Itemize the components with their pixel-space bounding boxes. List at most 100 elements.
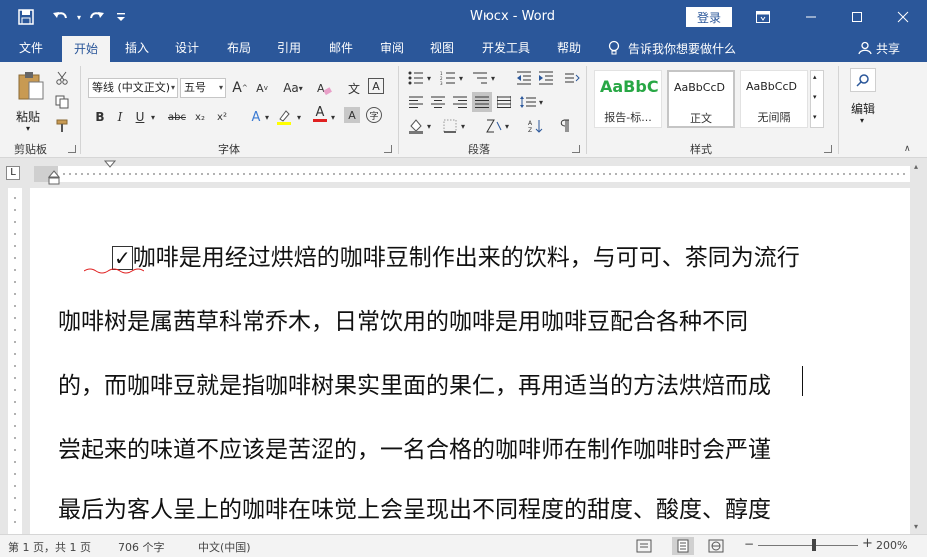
- vertical-scrollbar[interactable]: ▴ ▾: [910, 158, 927, 534]
- document-line-4[interactable]: 尝起来的味道不应该是苦涩的，一名合格的咖啡师在制作咖啡时会严谨: [58, 430, 771, 464]
- paragraph-launcher-icon[interactable]: [572, 145, 580, 153]
- asian-layout-dropdown-icon[interactable]: ▾: [502, 116, 512, 136]
- chevron-up-icon[interactable]: ▴: [813, 73, 817, 81]
- save-icon[interactable]: [14, 0, 38, 34]
- bullets-icon[interactable]: [406, 68, 426, 88]
- subscript-button[interactable]: x₂: [190, 107, 210, 127]
- font-launcher-icon[interactable]: [384, 145, 392, 153]
- undo-icon[interactable]: [48, 0, 74, 34]
- paste-button[interactable]: 粘贴 ▾: [14, 70, 48, 133]
- login-button[interactable]: 登录: [686, 7, 732, 27]
- maximize-icon[interactable]: [834, 0, 880, 34]
- tab-home[interactable]: 开始: [62, 36, 110, 62]
- ribbon-display-options-icon[interactable]: [740, 0, 786, 34]
- minimize-icon[interactable]: [788, 0, 834, 34]
- grow-font-icon[interactable]: A ^: [230, 78, 250, 98]
- cut-icon[interactable]: [52, 68, 72, 88]
- numbering-icon[interactable]: 123: [438, 68, 458, 88]
- clipboard-launcher-icon[interactable]: [68, 145, 76, 153]
- zoom-level[interactable]: 200%: [876, 539, 907, 552]
- underline-dropdown-icon[interactable]: ▾: [148, 107, 158, 127]
- justify-icon[interactable]: [472, 92, 492, 112]
- tab-developer[interactable]: 开发工具: [474, 34, 538, 62]
- print-layout-icon[interactable]: [672, 537, 694, 555]
- zoom-in-icon[interactable]: +: [862, 536, 873, 551]
- zoom-slider-thumb[interactable]: [812, 539, 816, 551]
- paste-dropdown-icon[interactable]: ▾: [26, 124, 30, 133]
- shading-dropdown-icon[interactable]: ▾: [424, 116, 434, 136]
- styles-scroller[interactable]: ▴ ▾ ▾: [810, 70, 824, 128]
- tab-layout[interactable]: 布局: [218, 34, 260, 62]
- document-page[interactable]: ✓咖啡是用经过烘焙的咖啡豆制作出来的饮料，与可可、茶同为流行 咖啡树是属茜草科常…: [30, 188, 910, 534]
- show-marks-icon[interactable]: [554, 116, 574, 136]
- line-spacing-icon[interactable]: [518, 92, 538, 112]
- bold-button[interactable]: B: [90, 107, 110, 127]
- font-color-dropdown-icon[interactable]: ▾: [328, 107, 338, 127]
- font-size-combo[interactable]: 五号 ▾: [180, 78, 226, 98]
- focus-mode-icon[interactable]: [636, 539, 652, 556]
- close-icon[interactable]: [880, 0, 926, 34]
- tab-selector[interactable]: L: [6, 166, 20, 180]
- underline-button[interactable]: U: [130, 107, 150, 127]
- change-case-icon[interactable]: Aa ▾: [278, 78, 308, 98]
- align-left-icon[interactable]: [406, 92, 426, 112]
- vertical-ruler[interactable]: [8, 188, 22, 534]
- horizontal-ruler[interactable]: [34, 160, 910, 185]
- multilevel-dropdown-icon[interactable]: ▾: [488, 68, 498, 88]
- editing-button[interactable]: 编辑 ▾: [846, 68, 882, 132]
- tell-me-box[interactable]: 告诉我你想要做什么: [608, 34, 736, 62]
- first-line-indent-icon[interactable]: [104, 160, 116, 174]
- tab-review[interactable]: 审阅: [371, 34, 413, 62]
- style-no-spacing[interactable]: AaBbCcD 无间隔: [740, 70, 808, 128]
- tab-insert[interactable]: 插入: [116, 34, 158, 62]
- align-center-icon[interactable]: [428, 92, 448, 112]
- highlight-dropdown-icon[interactable]: ▾: [294, 107, 304, 127]
- language-indicator[interactable]: 中文(中国): [198, 539, 251, 555]
- tab-file[interactable]: 文件: [8, 34, 54, 62]
- decrease-indent-icon[interactable]: [514, 68, 534, 88]
- borders-dropdown-icon[interactable]: ▾: [458, 116, 468, 136]
- highlight-icon[interactable]: [274, 107, 294, 127]
- enclose-characters-icon[interactable]: 字: [366, 107, 382, 123]
- tab-references[interactable]: 引用: [268, 34, 310, 62]
- chinese-layout-icon[interactable]: [562, 68, 582, 88]
- asian-layout-icon[interactable]: [484, 116, 504, 136]
- tab-view[interactable]: 视图: [421, 34, 463, 62]
- line-spacing-dropdown-icon[interactable]: ▾: [536, 92, 546, 112]
- align-right-icon[interactable]: [450, 92, 470, 112]
- document-line-2[interactable]: 咖啡树是属茜草科常乔木，日常饮用的咖啡是用咖啡豆配合各种不同: [58, 302, 748, 336]
- style-heading[interactable]: AaBbC 报告-标...: [594, 70, 662, 128]
- strikethrough-button[interactable]: abc: [166, 107, 188, 127]
- redo-icon[interactable]: [84, 0, 108, 34]
- document-line-3[interactable]: 的，而咖啡豆就是指咖啡树果实里面的果仁，再用适当的方法烘焙而成: [58, 366, 771, 400]
- character-border-icon[interactable]: A: [368, 78, 384, 94]
- word-count[interactable]: 706 个字: [118, 539, 165, 555]
- shading-icon[interactable]: [406, 116, 426, 136]
- page-count[interactable]: 第 1 页，共 1 页: [8, 539, 91, 555]
- styles-launcher-icon[interactable]: [824, 145, 832, 153]
- numbering-dropdown-icon[interactable]: ▾: [456, 68, 466, 88]
- bullets-dropdown-icon[interactable]: ▾: [424, 68, 434, 88]
- superscript-button[interactable]: x²: [212, 107, 232, 127]
- document-line-5[interactable]: 最后为客人呈上的咖啡在味觉上会呈现出不同程度的甜度、酸度、醇度: [58, 490, 771, 524]
- multilevel-list-icon[interactable]: [470, 68, 490, 88]
- collapse-ribbon-icon[interactable]: ∧: [904, 144, 911, 154]
- sort-icon[interactable]: AZ: [526, 116, 546, 136]
- chevron-down-icon[interactable]: ▾: [813, 93, 817, 101]
- undo-dropdown-icon[interactable]: ▾: [74, 0, 84, 34]
- character-shading-icon[interactable]: A: [344, 107, 360, 123]
- shrink-font-icon[interactable]: Av: [252, 78, 272, 98]
- font-name-combo[interactable]: 等线 (中文正文) ▾: [88, 78, 178, 98]
- tab-mailings[interactable]: 邮件: [320, 34, 362, 62]
- font-color-icon[interactable]: A: [310, 104, 330, 124]
- document-line-1[interactable]: ✓咖啡是用经过烘焙的咖啡豆制作出来的饮料，与可可、茶同为流行: [112, 238, 800, 272]
- distributed-icon[interactable]: [494, 92, 514, 112]
- phonetic-guide-icon[interactable]: 文: [344, 78, 364, 98]
- zoom-out-icon[interactable]: −: [744, 537, 754, 551]
- scroll-down-icon[interactable]: ▾: [914, 522, 918, 531]
- borders-icon[interactable]: [440, 116, 460, 136]
- customize-quick-access-icon[interactable]: [114, 0, 128, 34]
- increase-indent-icon[interactable]: [536, 68, 556, 88]
- text-effects-dropdown-icon[interactable]: ▾: [262, 107, 272, 127]
- format-painter-icon[interactable]: [52, 116, 72, 136]
